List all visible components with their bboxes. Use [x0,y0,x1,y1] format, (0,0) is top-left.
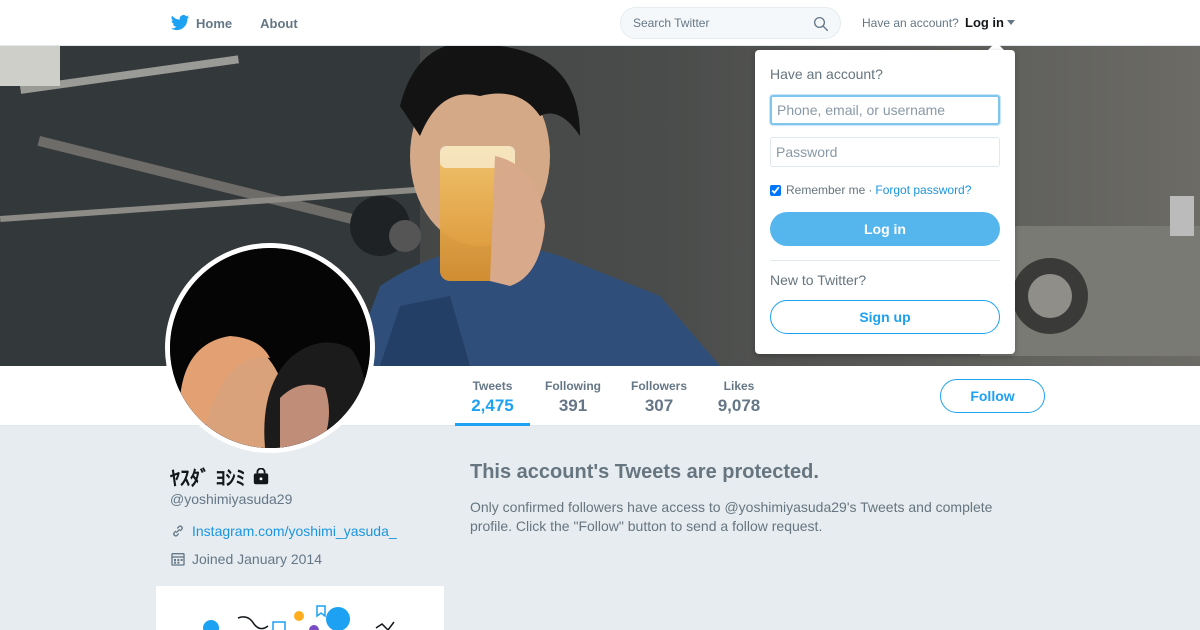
profile-website-row: Instagram.com/yoshimi_yasuda_ [170,523,397,539]
nav-about[interactable]: About [260,16,298,31]
nav-left: Home About [170,0,326,46]
link-icon [173,525,183,537]
stat-label: Following [545,379,601,393]
profile-handle: @yoshimiyasuda29 [170,491,293,507]
avatar-image [170,248,370,448]
nav-home[interactable]: Home [170,13,232,33]
avatar[interactable] [165,243,375,453]
stat-value: 391 [558,396,588,415]
signup-button[interactable]: Sign up [770,300,1000,334]
calendar-icon [171,553,185,566]
illustration-image [203,605,395,630]
nav-home-label: Home [196,15,233,31]
stat-value: 307 [644,396,674,415]
stat-tweets[interactable]: Tweets 2,475 [455,366,530,426]
profile-website-link[interactable]: Instagram.com/yoshimi_yasuda_ [192,523,397,539]
login-dropdown-toggle[interactable]: Log in [965,15,1015,30]
stat-likes[interactable]: Likes 9,078 [711,366,767,426]
photo-grid-card [156,586,444,630]
separator-dot: · [868,183,873,197]
protected-body: Only confirmed followers have access to … [470,499,993,534]
dropdown-arrow [988,42,1004,50]
protected-title: This account's Tweets are protected. [470,461,819,483]
stat-value: 9,078 [717,396,761,415]
profile-joined-text: Joined January 2014 [192,551,322,567]
profile-name: ﾔｽﾀﾞ ﾖｼﾐ [170,462,270,491]
remember-me-label: Remember me [786,183,866,197]
login-button[interactable]: Log in [770,212,1000,246]
caret-down-icon [1007,20,1015,25]
stat-value: 2,475 [471,396,514,415]
forgot-password-link[interactable]: Forgot password? [875,183,971,197]
profile-joined-row: Joined January 2014 [170,551,322,567]
stat-label: Likes [723,379,755,393]
search-box [620,7,841,39]
follow-button[interactable]: Follow [940,379,1045,413]
search-input[interactable] [621,16,801,30]
new-to-twitter-heading: New to Twitter? [770,272,867,288]
twitter-bird-icon [170,15,190,31]
password-input[interactable] [770,137,1000,167]
nav-about-label: About [260,15,298,31]
divider [770,260,1000,261]
stat-label: Followers [630,379,687,393]
username-input[interactable] [770,95,1000,125]
login-dropdown-heading: Have an account? [770,66,883,82]
stat-label: Tweets [472,379,513,393]
top-nav: Home About Have an account? Log in [0,0,1200,46]
login-link-label: Log in [965,15,1004,30]
search-icon[interactable] [812,15,830,33]
stat-followers[interactable]: Followers 307 [626,366,692,426]
remember-me-checkbox[interactable] [770,184,781,196]
stat-following[interactable]: Following 391 [540,366,606,426]
login-dropdown: Have an account? Remember me · Forgot pa… [755,50,1015,354]
remember-me-row: Remember me · Forgot password? [770,183,971,197]
profile-name-text: ﾔｽﾀﾞ ﾖｼﾐ [170,468,246,490]
lock-icon [253,467,268,484]
have-account-text: Have an account? [862,16,959,30]
